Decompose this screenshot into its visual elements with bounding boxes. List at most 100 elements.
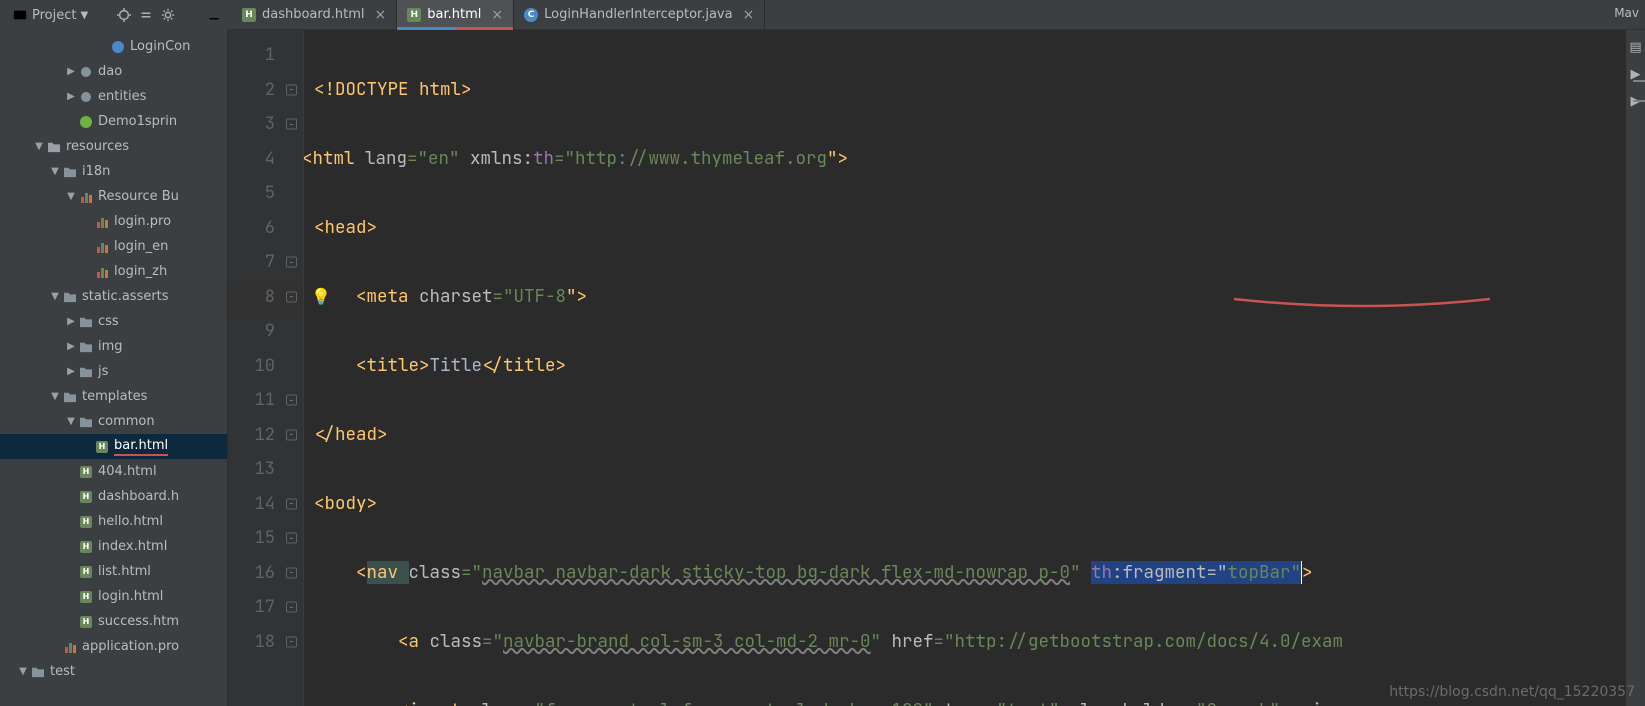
close-icon[interactable]: × (743, 7, 755, 23)
gear-icon[interactable] (160, 7, 176, 23)
tree-label: index.html (98, 539, 167, 554)
file-icon (78, 114, 94, 130)
line-gutter: 12−3−4567−8−💡91011−12−1314−15−16−17−18− (228, 30, 304, 706)
tree-arrow-icon[interactable]: ▼ (48, 391, 62, 402)
expand-all-icon[interactable] (138, 7, 154, 23)
project-tree[interactable]: LoginCon▶dao▶entitiesDemo1sprin▼resource… (0, 30, 228, 706)
tree-label: dashboard.h (98, 489, 179, 504)
tree-label: 404.html (98, 464, 157, 479)
file-icon (62, 389, 78, 405)
file-icon (46, 139, 62, 155)
tree-arrow-icon[interactable]: ▼ (32, 141, 46, 152)
file-icon (94, 239, 110, 255)
tab-label: LoginHandlerInterceptor.java (544, 7, 732, 22)
tree-item[interactable]: ▶ entities (0, 84, 227, 109)
tree-arrow-icon[interactable]: ▼ (48, 291, 62, 302)
tree-item[interactable]: Hdashboard.h (0, 484, 227, 509)
tree-label: i18n (82, 164, 110, 179)
tree-label: application.pro (82, 639, 179, 654)
tree-label: login.pro (114, 214, 171, 229)
tree-item[interactable]: login_zh (0, 259, 227, 284)
tree-label: LoginCon (130, 39, 190, 54)
tree-label: list.html (98, 564, 151, 579)
tree-arrow-icon[interactable]: ▶ (64, 341, 78, 352)
file-icon: H (78, 539, 94, 555)
tree-item[interactable]: Hbar.html (0, 434, 227, 459)
tree-arrow-icon[interactable]: ▼ (64, 416, 78, 427)
tree-item[interactable]: login.pro (0, 209, 227, 234)
database-icon[interactable]: ▤ (1629, 40, 1641, 55)
tree-arrow-icon[interactable]: ▶ (64, 316, 78, 327)
toolbar: Project ▼ (0, 0, 228, 30)
watermark: https://blog.csdn.net/qq_15220357 (1389, 684, 1635, 700)
tree-label: Resource Bu (98, 189, 179, 204)
editor-tabs: H dashboard.html × H bar.html × C LoginH… (228, 0, 1645, 30)
file-icon (62, 164, 78, 180)
locate-icon[interactable] (116, 7, 132, 23)
tree-item[interactable]: ▼ Resource Bu (0, 184, 227, 209)
tree-item[interactable]: ▼ i18n (0, 159, 227, 184)
file-icon: H (78, 564, 94, 580)
tree-item[interactable]: ▼ resources (0, 134, 227, 159)
tree-item[interactable]: Hhello.html (0, 509, 227, 534)
tree-arrow-icon[interactable]: ▼ (48, 166, 62, 177)
minimize-icon[interactable] (206, 7, 222, 23)
code-area[interactable]: <!DOCTYPE html> <html lang="en" xmlns:th… (304, 30, 1645, 706)
tree-arrow-icon[interactable]: ▶ (64, 66, 78, 77)
file-icon: H (78, 614, 94, 630)
file-icon (110, 39, 126, 55)
project-label: Project (32, 8, 76, 23)
tree-label: login_en (114, 239, 168, 254)
chevron-down-icon: ▼ (80, 10, 88, 21)
tree-item[interactable]: ▼ test (0, 659, 227, 684)
tree-item[interactable]: ▼ static.asserts (0, 284, 227, 309)
tree-label: bar.html (114, 438, 168, 456)
file-icon (78, 64, 94, 80)
tree-item[interactable]: login_en (0, 234, 227, 259)
tree-item[interactable]: Hsuccess.htm (0, 609, 227, 634)
tab-dashboard-html[interactable]: H dashboard.html × (232, 0, 397, 29)
tree-item[interactable]: ▼common (0, 409, 227, 434)
close-icon[interactable]: × (491, 7, 503, 23)
tree-item[interactable]: ▼templates (0, 384, 227, 409)
tree-arrow-icon[interactable]: ▼ (16, 666, 30, 677)
tree-item[interactable]: LoginCon (0, 34, 227, 59)
file-icon: H (78, 514, 94, 530)
tree-label: static.asserts (82, 289, 169, 304)
tree-item[interactable]: ▶dao (0, 59, 227, 84)
tree-item[interactable]: H 404.html (0, 459, 227, 484)
tree-label: entities (98, 89, 146, 104)
file-icon (78, 189, 94, 205)
maven-toolwindow-button[interactable]: Mav (1608, 0, 1645, 26)
code-editor[interactable]: 12−3−4567−8−💡91011−12−1314−15−16−17−18− … (228, 30, 1645, 706)
tree-label: js (98, 364, 108, 379)
tree-label: Demo1sprin (98, 114, 177, 129)
file-icon (78, 339, 94, 355)
tree-item[interactable]: Hlist.html (0, 559, 227, 584)
tab-loginhandlerinterceptor-java[interactable]: C LoginHandlerInterceptor.java × (514, 0, 765, 29)
file-icon: H (78, 464, 94, 480)
file-icon (78, 414, 94, 430)
tree-item[interactable]: ▶css (0, 309, 227, 334)
tree-label: test (50, 664, 75, 679)
tree-item[interactable]: ▶ img (0, 334, 227, 359)
tree-arrow-icon[interactable]: ▶ (64, 366, 78, 377)
tree-label: resources (66, 139, 129, 154)
tree-item[interactable]: Hlogin.html (0, 584, 227, 609)
tree-arrow-icon[interactable]: ▶ (64, 91, 78, 102)
file-icon: H (78, 589, 94, 605)
tree-label: success.htm (98, 614, 179, 629)
tree-item[interactable]: ▶ js (0, 359, 227, 384)
close-icon[interactable]: × (375, 7, 387, 23)
tree-item[interactable]: Hindex.html (0, 534, 227, 559)
file-icon: H (78, 489, 94, 505)
error-stripe[interactable] (1631, 60, 1645, 706)
html-file-icon: H (242, 8, 256, 22)
tree-label: img (98, 339, 123, 354)
html-file-icon: H (407, 8, 421, 22)
project-toolwindow-button[interactable]: Project ▼ (6, 5, 94, 25)
tree-item[interactable]: application.pro (0, 634, 227, 659)
tab-bar-html[interactable]: H bar.html × (397, 0, 514, 29)
tree-item[interactable]: Demo1sprin (0, 109, 227, 134)
tree-arrow-icon[interactable]: ▼ (64, 191, 78, 202)
